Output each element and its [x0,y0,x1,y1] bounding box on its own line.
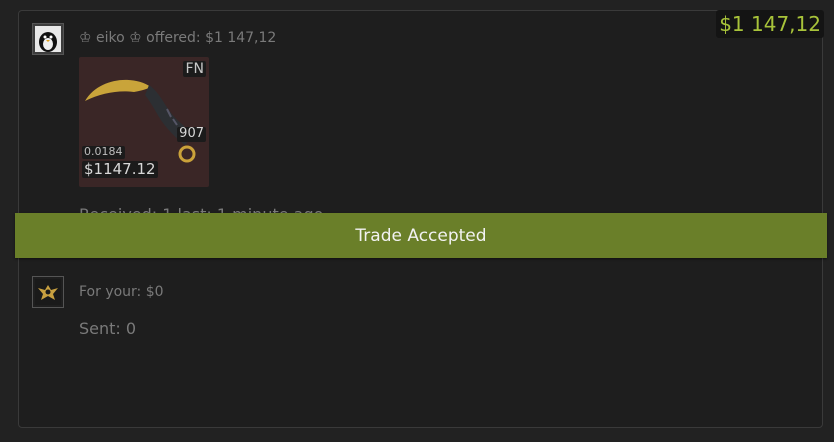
sent-count: Sent: 0 [79,319,137,338]
emblem-avatar-icon [35,279,61,305]
banner-label: Trade Accepted [355,225,487,246]
partner-avatar[interactable] [32,23,64,55]
penguin-avatar-icon [35,26,61,52]
trade-accepted-banner[interactable]: Trade Accepted [15,213,827,258]
partner-offer-text: ♔ eiko ♔ offered: $1 147,12 [79,30,277,46]
self-avatar[interactable] [32,276,64,308]
item-card[interactable]: FN 907 0.0184 $1147.12 [79,57,209,187]
item-price: $1147.12 [82,160,158,179]
float-value: 0.0184 [82,145,125,159]
wear-badge: FN [183,61,206,78]
trade-total: $1 147,12 [716,10,824,38]
self-offer-text: For your: $0 [79,284,164,300]
sticker-count: 907 [177,126,206,142]
